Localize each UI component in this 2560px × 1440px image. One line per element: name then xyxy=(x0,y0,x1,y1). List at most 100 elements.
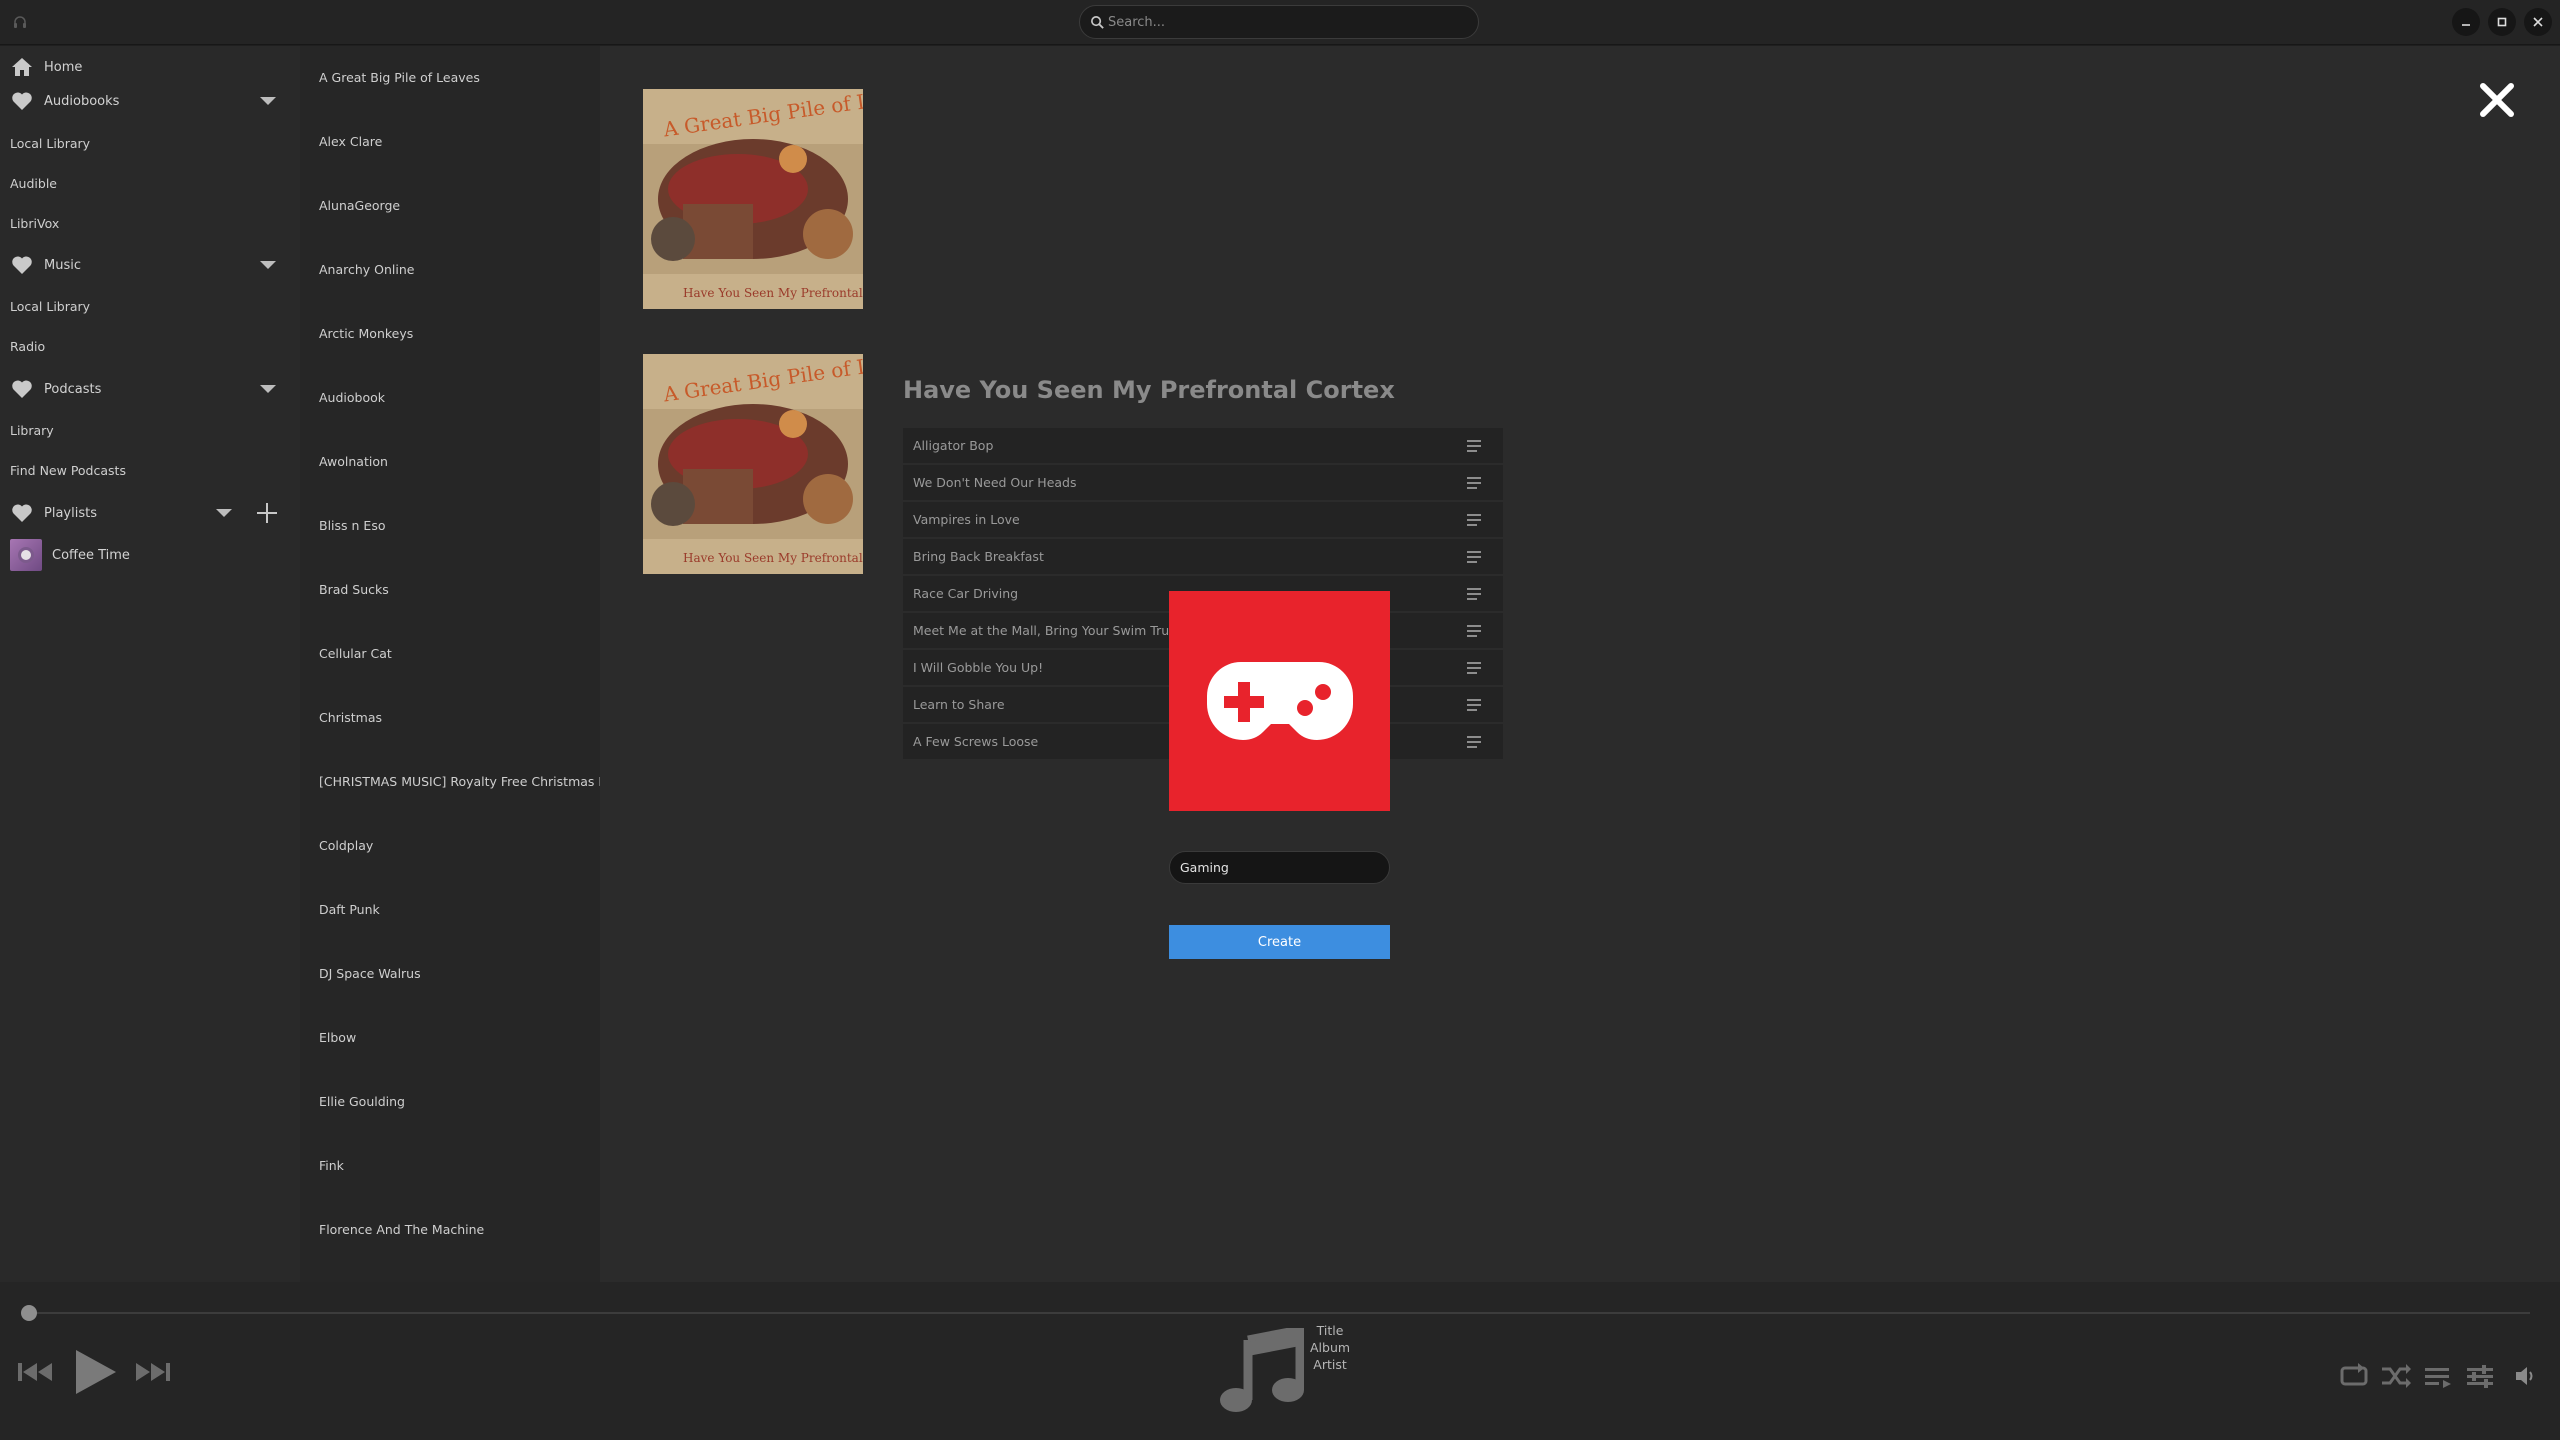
close-icon[interactable] xyxy=(2477,80,2517,120)
track-options-icon[interactable] xyxy=(1467,476,1483,489)
svg-text:Have You Seen My Prefrontal Co: Have You Seen My Prefrontal Cortex xyxy=(683,286,863,300)
gamepad-icon xyxy=(1206,662,1353,740)
playlist-thumbnail xyxy=(10,539,42,571)
queue-icon[interactable] xyxy=(2422,1360,2454,1392)
artist-item[interactable]: [CHRISTMAS MUSIC] Royalty Free Christmas… xyxy=(319,774,600,789)
playlist-art[interactable] xyxy=(1169,591,1390,811)
sidebar-item-librivox[interactable]: LibriVox xyxy=(10,216,59,231)
sidebar-section-podcasts[interactable]: Podcasts xyxy=(0,374,300,404)
create-button[interactable]: Create xyxy=(1169,925,1390,959)
artist-item[interactable]: Awolnation xyxy=(319,454,388,469)
sidebar-item-label: Home xyxy=(44,59,83,75)
artist-item[interactable]: Fink xyxy=(319,1158,344,1173)
track-options-icon[interactable] xyxy=(1467,698,1483,711)
now-playing-album: Album xyxy=(1310,1340,1351,1355)
equalizer-icon[interactable] xyxy=(2464,1360,2496,1392)
chevron-down-icon[interactable] xyxy=(260,97,276,105)
chevron-down-icon[interactable] xyxy=(216,509,232,517)
artist-item[interactable]: Coldplay xyxy=(319,838,373,853)
track-options-icon[interactable] xyxy=(1467,550,1483,563)
home-icon xyxy=(10,55,34,79)
sidebar-item-music-local-library[interactable]: Local Library xyxy=(10,299,90,314)
artist-item[interactable]: Elbow xyxy=(319,1030,356,1045)
artist-item[interactable]: Ellie Goulding xyxy=(319,1094,405,1109)
sidebar-item-find-new-podcasts[interactable]: Find New Podcasts xyxy=(10,463,126,478)
heart-icon xyxy=(10,89,34,113)
album-cover[interactable]: A Great Big Pile of Leaves Have You Seen… xyxy=(643,89,863,309)
sidebar-item-audible[interactable]: Audible xyxy=(10,176,57,191)
track-row[interactable]: Vampires in Love xyxy=(903,502,1503,537)
minimize-button[interactable] xyxy=(2452,8,2480,36)
artist-item[interactable]: Anarchy Online xyxy=(319,262,414,277)
sidebar-section-label: Music xyxy=(44,257,81,273)
maximize-button[interactable] xyxy=(2488,8,2516,36)
next-track-icon[interactable] xyxy=(134,1360,170,1388)
track-options-icon[interactable] xyxy=(1467,735,1483,748)
artist-item[interactable]: Bliss n Eso xyxy=(319,518,385,533)
chevron-down-icon[interactable] xyxy=(260,261,276,269)
track-title: Alligator Bop xyxy=(913,438,994,453)
sidebar-section-playlists[interactable]: Playlists xyxy=(0,498,300,528)
heart-icon xyxy=(10,377,34,401)
track-title: Meet Me at the Mall, Bring Your Swim Tru… xyxy=(913,623,1191,638)
svg-text:Have You Seen My Prefrontal Co: Have You Seen My Prefrontal Cortex xyxy=(683,551,863,565)
title-bar xyxy=(0,0,2560,45)
sidebar-item-label: Coffee Time xyxy=(52,547,130,563)
track-row[interactable]: Bring Back Breakfast xyxy=(903,539,1503,574)
artist-item[interactable]: Alex Clare xyxy=(319,134,382,149)
album-title: Have You Seen My Prefrontal Cortex xyxy=(903,376,1395,404)
now-playing-artist: Artist xyxy=(1313,1357,1347,1372)
track-options-icon[interactable] xyxy=(1467,513,1483,526)
search-input[interactable] xyxy=(1108,14,1448,30)
sidebar-item-audiobooks-local-library[interactable]: Local Library xyxy=(10,136,90,151)
progress-handle[interactable] xyxy=(21,1305,37,1321)
track-options-icon[interactable] xyxy=(1467,587,1483,600)
search-bar[interactable] xyxy=(1079,5,1479,39)
sidebar-section-audiobooks[interactable]: Audiobooks xyxy=(0,86,300,116)
track-options-icon[interactable] xyxy=(1467,439,1483,452)
artist-list: A Great Big Pile of Leaves Alex Clare Al… xyxy=(300,46,600,1282)
player-bar: Title Album Artist xyxy=(0,1282,2560,1440)
album-cover[interactable]: A Great Big Pile of Leaves Have You Seen… xyxy=(643,354,863,574)
track-options-icon[interactable] xyxy=(1467,624,1483,637)
track-row[interactable]: Alligator Bop xyxy=(903,428,1503,463)
sidebar-section-label: Playlists xyxy=(44,505,97,521)
shuffle-icon[interactable] xyxy=(2380,1360,2412,1392)
artist-item[interactable]: Cellular Cat xyxy=(319,646,392,661)
repeat-icon[interactable] xyxy=(2338,1360,2370,1392)
chevron-down-icon[interactable] xyxy=(260,385,276,393)
track-options-icon[interactable] xyxy=(1467,661,1483,674)
sidebar-section-music[interactable]: Music xyxy=(0,250,300,280)
artist-item[interactable]: A Great Big Pile of Leaves xyxy=(319,70,480,85)
search-icon xyxy=(1091,15,1104,29)
artist-item[interactable]: Florence And The Machine xyxy=(319,1222,484,1237)
heart-icon xyxy=(10,501,34,525)
previous-track-icon[interactable] xyxy=(18,1360,54,1388)
progress-bar[interactable] xyxy=(30,1312,2530,1314)
artist-item[interactable]: Christmas xyxy=(319,710,382,725)
artist-item[interactable]: AlunaGeorge xyxy=(319,198,400,213)
artist-item[interactable]: Audiobook xyxy=(319,390,385,405)
add-playlist-icon[interactable] xyxy=(256,502,278,524)
main-content xyxy=(600,46,2560,1282)
artist-item[interactable]: Arctic Monkeys xyxy=(319,326,413,341)
music-note-icon xyxy=(1218,1324,1305,1418)
track-title: Vampires in Love xyxy=(913,512,1020,527)
music-app: Home Audiobooks Local Library Audible Li… xyxy=(0,0,2560,1440)
sidebar-item-radio[interactable]: Radio xyxy=(10,339,45,354)
sidebar-item-playlist[interactable]: Coffee Time xyxy=(0,539,300,571)
sidebar-item-home[interactable]: Home xyxy=(0,52,300,82)
track-title: Learn to Share xyxy=(913,697,1005,712)
now-playing-title: Title xyxy=(1316,1323,1344,1338)
sidebar-item-podcast-library[interactable]: Library xyxy=(10,423,54,438)
artist-item[interactable]: Brad Sucks xyxy=(319,582,389,597)
artist-item[interactable]: DJ Space Walrus xyxy=(319,966,421,981)
play-icon[interactable] xyxy=(72,1348,118,1400)
close-window-button[interactable] xyxy=(2524,8,2552,36)
playlist-name-input[interactable] xyxy=(1169,851,1390,884)
track-row[interactable]: We Don't Need Our Heads xyxy=(903,465,1503,500)
heart-icon xyxy=(10,253,34,277)
volume-icon[interactable] xyxy=(2514,1360,2546,1392)
now-playing-meta: Title Album Artist xyxy=(1310,1322,1350,1373)
artist-item[interactable]: Daft Punk xyxy=(319,902,380,917)
